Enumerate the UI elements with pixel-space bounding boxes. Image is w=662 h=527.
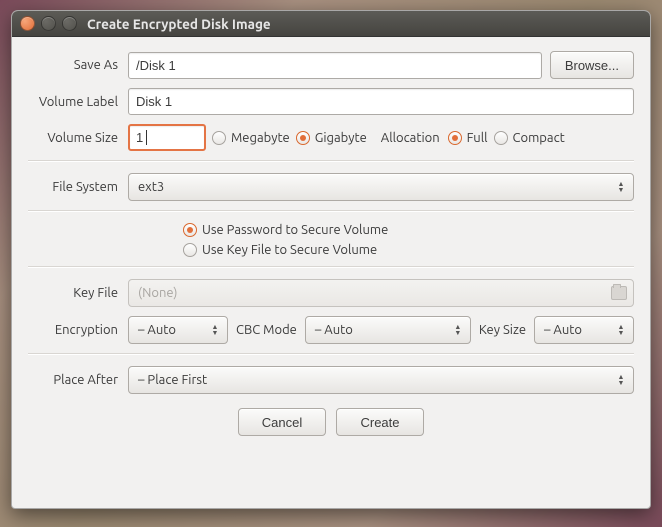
file-system-value: ext3 — [138, 180, 615, 194]
text-caret — [146, 130, 147, 145]
key-file-label: Key File — [28, 286, 128, 300]
chevron-updown-icon: ▲▼ — [615, 324, 627, 336]
encryption-value: – Auto — [138, 323, 209, 337]
divider — [28, 353, 634, 354]
divider — [28, 160, 634, 161]
file-system-label: File System — [28, 180, 128, 194]
cancel-button[interactable]: Cancel — [238, 408, 326, 436]
file-system-combo[interactable]: ext3 ▲▼ — [128, 173, 634, 201]
allocation-full-radio[interactable]: Full — [448, 131, 488, 145]
unit-megabyte-text: Megabyte — [231, 131, 290, 145]
key-file-value: (None) — [138, 286, 611, 300]
place-after-label: Place After — [28, 373, 128, 387]
window-title: Create Encrypted Disk Image — [87, 16, 271, 32]
volume-label-label: Volume Label — [28, 95, 128, 109]
key-file-chooser[interactable]: (None) — [128, 279, 634, 307]
cbc-mode-value: – Auto — [315, 323, 452, 337]
key-size-combo[interactable]: – Auto ▲▼ — [534, 316, 634, 344]
chevron-updown-icon: ▲▼ — [615, 374, 627, 386]
save-as-label: Save As — [28, 58, 128, 72]
titlebar[interactable]: Create Encrypted Disk Image — [12, 11, 650, 37]
place-after-value: – Place First — [138, 373, 615, 387]
volume-size-input[interactable] — [128, 124, 206, 151]
divider — [28, 210, 634, 211]
encryption-combo[interactable]: – Auto ▲▼ — [128, 316, 228, 344]
allocation-compact-radio[interactable]: Compact — [494, 131, 565, 145]
minimize-icon[interactable] — [41, 16, 56, 31]
security-keyfile-text: Use Key File to Secure Volume — [202, 243, 377, 257]
key-size-value: – Auto — [544, 323, 615, 337]
encryption-label: Encryption — [28, 323, 128, 337]
place-after-combo[interactable]: – Place First ▲▼ — [128, 366, 634, 394]
chevron-updown-icon: ▲▼ — [452, 324, 464, 336]
unit-megabyte-radio[interactable]: Megabyte — [212, 131, 290, 145]
save-as-input[interactable] — [128, 52, 542, 79]
dialog-content: Save As Browse... Volume Label Volume Si… — [12, 37, 650, 446]
allocation-full-text: Full — [467, 131, 488, 145]
allocation-compact-text: Compact — [513, 131, 565, 145]
unit-gigabyte-text: Gigabyte — [315, 131, 367, 145]
cbc-mode-label: CBC Mode — [228, 323, 305, 337]
volume-size-label: Volume Size — [28, 131, 128, 145]
divider — [28, 266, 634, 267]
folder-icon — [611, 286, 627, 300]
security-keyfile-radio[interactable]: Use Key File to Secure Volume — [183, 243, 377, 257]
close-icon[interactable] — [20, 16, 35, 31]
chevron-updown-icon: ▲▼ — [615, 181, 627, 193]
volume-label-input[interactable] — [128, 88, 634, 115]
key-size-label: Key Size — [471, 323, 534, 337]
browse-button[interactable]: Browse... — [550, 51, 634, 79]
security-password-radio[interactable]: Use Password to Secure Volume — [183, 223, 388, 237]
security-password-text: Use Password to Secure Volume — [202, 223, 388, 237]
create-button[interactable]: Create — [336, 408, 424, 436]
dialog-window: Create Encrypted Disk Image Save As Brow… — [11, 10, 651, 509]
allocation-label: Allocation — [373, 131, 448, 145]
unit-gigabyte-radio[interactable]: Gigabyte — [296, 131, 367, 145]
chevron-updown-icon: ▲▼ — [209, 324, 221, 336]
window-controls — [20, 16, 77, 31]
cbc-mode-combo[interactable]: – Auto ▲▼ — [305, 316, 471, 344]
maximize-icon[interactable] — [62, 16, 77, 31]
dialog-footer: Cancel Create — [28, 408, 634, 436]
